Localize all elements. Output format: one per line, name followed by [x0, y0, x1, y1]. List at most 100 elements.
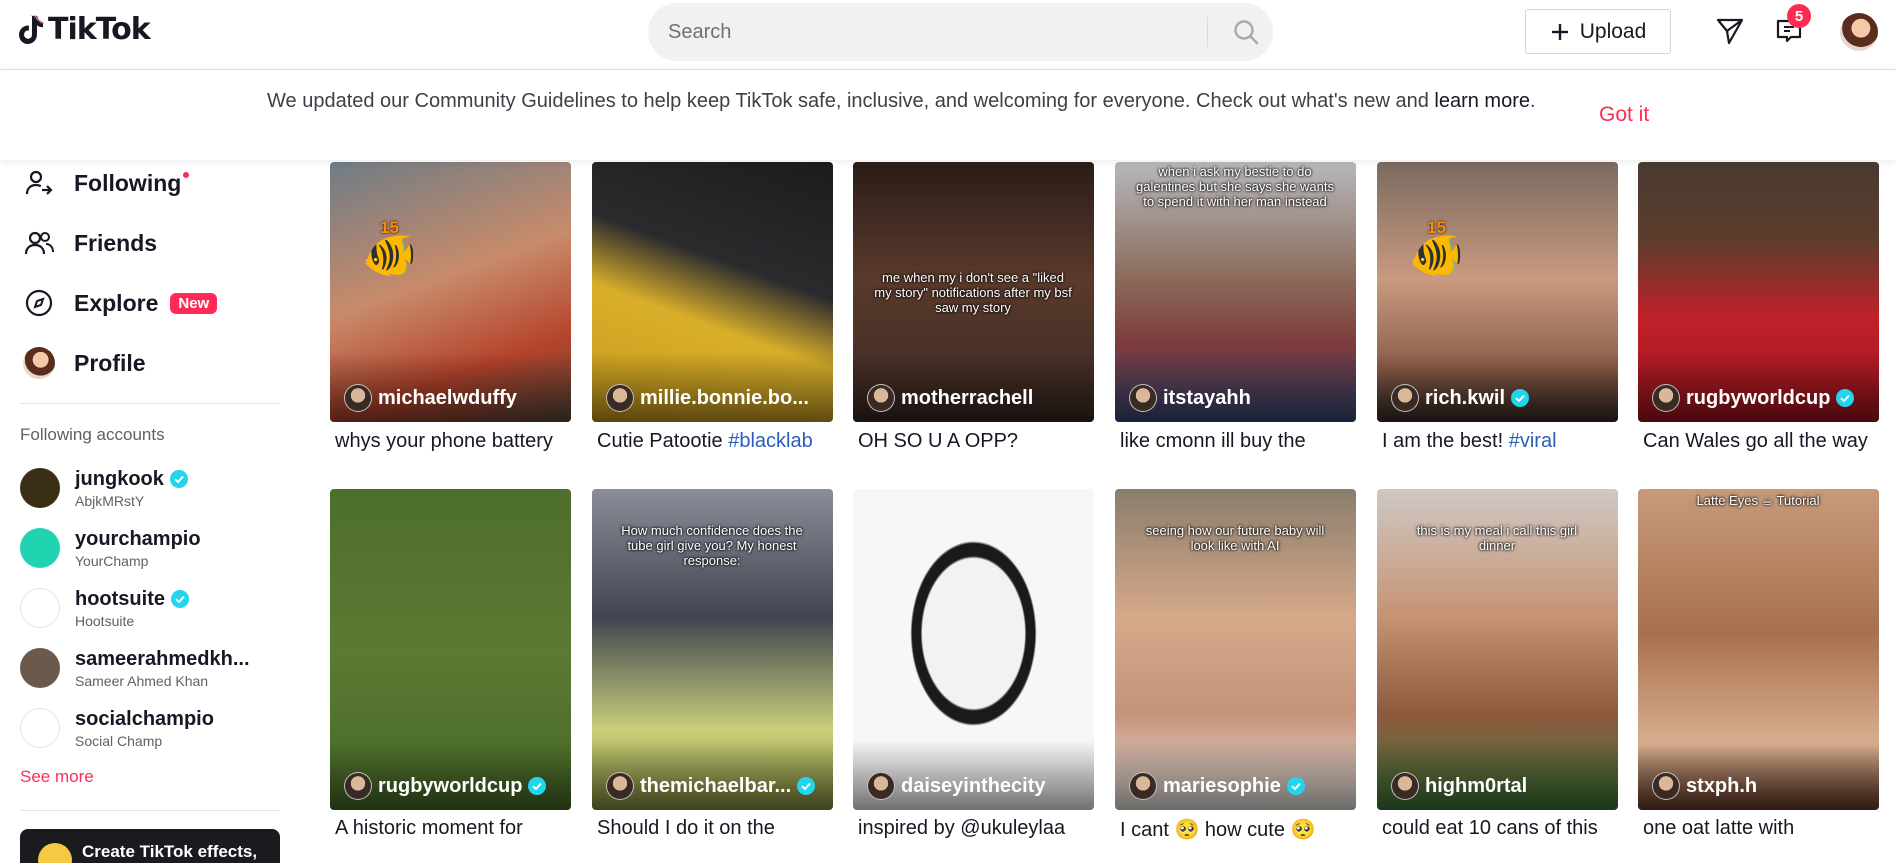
account-name-text: yourchampio [75, 527, 201, 550]
upload-button[interactable]: Upload [1525, 9, 1671, 54]
video-author[interactable]: rugbyworldcup [1652, 384, 1855, 412]
following-accounts-title: Following accounts [20, 425, 165, 444]
logo-text: TikTok [48, 12, 151, 47]
sidebar-item-label: Profile [74, 349, 146, 376]
video-author[interactable]: daiseyinthecity [867, 772, 1046, 800]
following-account[interactable]: jungkook AbjkMRstY [20, 465, 188, 511]
verified-icon [1511, 389, 1530, 407]
create-effects-banner[interactable]: Create TikTok effects, [20, 829, 280, 863]
author-name: motherrachell [901, 386, 1034, 409]
following-account[interactable]: socialchampio Social Champ [20, 705, 214, 751]
hashtag-link[interactable]: #blacklab [728, 430, 813, 452]
verified-icon [797, 777, 816, 795]
video-overlay-text: seeing how our future baby will look lik… [1145, 523, 1325, 553]
caption-text: OH SO U A OPP? [858, 430, 1019, 452]
following-account[interactable]: yourchampio YourChamp [20, 525, 201, 571]
notification-dot [183, 171, 190, 178]
account-subtitle: Social Champ [75, 732, 163, 749]
account-name-text: socialchampio [75, 707, 214, 730]
video-overlay-text: Latte Eyes ☕ Tutorial [1696, 493, 1820, 508]
video-thumbnail[interactable]: Latte Eyes ☕ Tutorial stxph.h [1638, 489, 1879, 810]
sidebar-item-profile[interactable]: Profile [20, 343, 146, 383]
video-thumbnail[interactable]: daiseyinthecity [853, 489, 1094, 810]
avatar [1129, 772, 1157, 800]
video-caption[interactable]: A historic moment for [335, 817, 571, 840]
tiktok-logo-icon [19, 14, 44, 44]
send-icon [1716, 18, 1744, 45]
avatar [1129, 384, 1157, 412]
video-author[interactable]: michaelwduffy [344, 384, 517, 412]
account-subtitle: Sameer Ahmed Khan [75, 672, 209, 689]
compass-icon [20, 284, 58, 322]
video-caption[interactable]: one oat latte with [1643, 817, 1879, 840]
search-input[interactable] [668, 19, 1188, 45]
author-name: rich.kwil [1425, 386, 1506, 409]
video-author[interactable]: millie.bonnie.bo... [606, 384, 809, 412]
caption-text: I am the best! [1382, 430, 1509, 452]
account-name-text: hootsuite [75, 587, 165, 610]
account-name: socialchampio [75, 708, 214, 731]
tiktok-logo[interactable]: TikTok [18, 12, 151, 47]
messages-button[interactable] [1713, 14, 1747, 48]
avatar [20, 708, 60, 748]
avatar [1652, 384, 1680, 412]
hashtag-link[interactable]: #viral [1509, 430, 1557, 452]
search-button[interactable] [1218, 3, 1273, 61]
video-thumbnail[interactable]: millie.bonnie.bo... [592, 162, 833, 422]
video-caption[interactable]: like cmonn ill buy the [1120, 430, 1356, 453]
account-name: hootsuite [75, 588, 189, 611]
account-subtitle: YourChamp [75, 552, 149, 569]
video-thumbnail[interactable]: rugbyworldcup [330, 489, 571, 810]
video-author[interactable]: motherrachell [867, 384, 1033, 412]
effects-label: Create TikTok effects, [82, 842, 258, 861]
author-name: mariesophie [1163, 774, 1281, 797]
video-caption[interactable]: inspired by @ukuleylaa [858, 817, 1094, 840]
account-name-text: jungkook [75, 467, 164, 490]
avatar [344, 772, 372, 800]
following-account[interactable]: hootsuite Hootsuite [20, 585, 189, 631]
video-thumbnail[interactable]: seeing how our future baby will look lik… [1115, 489, 1356, 810]
video-author[interactable]: themichaelbar... [606, 772, 816, 800]
video-caption[interactable]: could eat 10 cans of this [1382, 817, 1618, 840]
sidebar-item-explore[interactable]: Explore New [20, 283, 218, 323]
author-name: themichaelbar... [640, 774, 792, 797]
video-thumbnail[interactable]: 15 🐠 rich.kwil [1377, 162, 1618, 422]
video-thumbnail[interactable]: How much confidence does the tube girl g… [592, 489, 833, 810]
video-caption[interactable]: whys your phone battery [335, 430, 571, 453]
video-author[interactable]: rich.kwil [1391, 384, 1530, 412]
video-author[interactable]: rugbyworldcup [344, 772, 547, 800]
video-author[interactable]: highm0rtal [1391, 772, 1527, 800]
video-thumbnail[interactable]: when i ask my bestie to do galentines bu… [1115, 162, 1356, 422]
author-name: millie.bonnie.bo... [640, 386, 809, 409]
account-name-text: sameerahmedkh... [75, 647, 250, 670]
avatar [20, 468, 60, 508]
see-more-link[interactable]: See more [20, 767, 94, 787]
video-caption[interactable]: Can Wales go all the way [1643, 430, 1879, 453]
video-author[interactable]: stxph.h [1652, 772, 1757, 800]
avatar[interactable] [1840, 13, 1878, 51]
sidebar-item-friends[interactable]: Friends [20, 223, 157, 263]
video-thumbnail[interactable]: rugbyworldcup [1638, 162, 1879, 422]
video-author[interactable]: itstayahh [1129, 384, 1251, 412]
caption-text: I cant 🥺 how cute 🥺 [1120, 819, 1316, 841]
got-it-button[interactable]: Got it [1599, 103, 1649, 127]
video-thumbnail[interactable]: this is my meal i call this girl dinner h… [1377, 489, 1618, 810]
avatar [1391, 772, 1419, 800]
author-name: michaelwduffy [378, 386, 517, 409]
learn-more-link[interactable]: learn more [1434, 90, 1530, 112]
video-caption[interactable]: OH SO U A OPP? [858, 430, 1094, 453]
video-overlay-text: this is my meal i call this girl dinner [1416, 523, 1578, 553]
video-caption[interactable]: Cutie Patootie #blacklab [597, 430, 833, 453]
video-caption[interactable]: I am the best! #viral [1382, 430, 1618, 453]
video-author[interactable]: mariesophie [1129, 772, 1305, 800]
video-caption[interactable]: Should I do it on the [597, 817, 833, 840]
video-caption[interactable]: I cant 🥺 how cute 🥺 [1120, 817, 1356, 842]
author-name: highm0rtal [1425, 774, 1528, 797]
video-thumbnail[interactable]: 15 🐠 michaelwduffy [330, 162, 571, 422]
account-subtitle: AbjkMRstY [75, 492, 145, 509]
search-bar[interactable] [648, 3, 1273, 61]
following-account[interactable]: sameerahmedkh... Sameer Ahmed Khan [20, 645, 250, 691]
video-thumbnail[interactable]: me when my i don't see a "liked my story… [853, 162, 1094, 422]
sidebar-item-following[interactable]: Following [20, 163, 190, 203]
account-text: hootsuite Hootsuite [75, 588, 189, 629]
